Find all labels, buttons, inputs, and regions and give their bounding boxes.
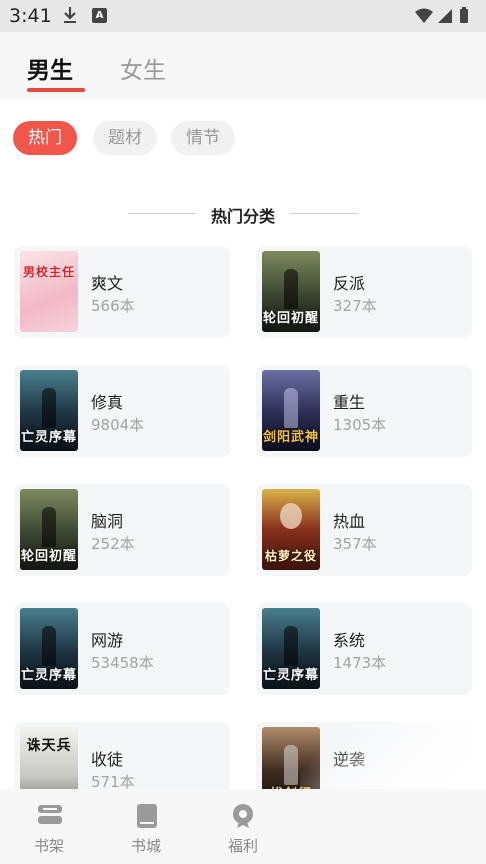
nav-label-shelf: 书架	[33, 837, 64, 855]
category-name: 重生	[333, 393, 366, 412]
gender-tabs: 男生 女生	[0, 32, 486, 100]
bookshelf-icon	[37, 803, 63, 831]
category-count: 1305本	[333, 416, 387, 434]
active-tab-indicator	[27, 88, 85, 92]
book-cover: 枯萝之役	[262, 489, 320, 570]
category-count: 53458本	[91, 654, 154, 672]
nav-item-store[interactable]: 书城	[101, 789, 191, 864]
cover-title: 男校主任	[22, 265, 75, 279]
category-name: 系统	[333, 631, 366, 650]
nav-label-welfare: 福利	[227, 837, 258, 855]
category-count: 1473本	[333, 654, 387, 672]
book-cover: 轮回初醒	[20, 489, 78, 570]
nav-item-shelf[interactable]: 书架	[4, 789, 94, 864]
cover-title: 枯萝之役	[264, 549, 317, 563]
category-name: 反派	[333, 274, 366, 293]
battery-icon	[460, 9, 468, 23]
cover-figure	[284, 269, 298, 309]
download-icon	[62, 6, 78, 28]
cover-figure	[42, 388, 56, 428]
nav-label-store: 书城	[130, 837, 161, 855]
bottom-nav: 书架 书城 福利	[0, 789, 486, 864]
category-card[interactable]: 轮回初醒 脑洞 252本	[14, 484, 230, 576]
status-time: 3:41	[9, 5, 52, 27]
filter-hot[interactable]: 热门	[13, 121, 77, 155]
wifi-icon	[415, 8, 433, 23]
category-count: 9804本	[91, 416, 145, 434]
category-card[interactable]: 亡灵序幕 系统 1473本	[256, 603, 472, 695]
category-card[interactable]: 轮回初醒 反派 327本	[256, 246, 472, 338]
cover-figure	[42, 507, 56, 547]
filter-theme[interactable]: 题材	[93, 121, 157, 155]
filter-pills: 热门 题材 情节	[0, 100, 486, 180]
signal-icon	[438, 9, 452, 23]
book-icon	[136, 803, 158, 833]
status-indicators	[414, 7, 474, 29]
cover-title: 亡灵序幕	[20, 668, 77, 683]
divider-right	[290, 213, 358, 214]
book-cover: 男校主任	[20, 251, 78, 332]
cover-title: 轮回初醒	[20, 549, 77, 564]
category-card[interactable]: 亡灵序幕 网游 53458本	[14, 603, 230, 695]
cover-figure	[42, 626, 56, 666]
cover-figure	[280, 503, 302, 529]
category-name: 爽文	[91, 274, 124, 293]
category-card[interactable]: 枯萝之役 热血 357本	[256, 484, 472, 576]
book-cover: 剑阳武神	[262, 370, 320, 451]
book-cover: 亡灵序幕	[20, 370, 78, 451]
cover-figure	[284, 388, 298, 428]
tab-male[interactable]: 男生	[27, 51, 73, 85]
category-name: 修真	[91, 393, 124, 412]
notification-a-icon: A	[92, 8, 107, 23]
section-header: 热门分类	[0, 200, 486, 228]
category-name: 收徒	[91, 750, 124, 769]
category-name: 热血	[333, 512, 366, 531]
tab-female[interactable]: 女生	[120, 51, 166, 85]
category-count: 566本	[91, 297, 135, 315]
cover-title: 亡灵序幕	[20, 430, 77, 445]
book-cover: 亡灵序幕	[262, 608, 320, 689]
cover-figure	[284, 745, 298, 785]
filter-plot[interactable]: 情节	[171, 121, 235, 155]
cover-figure	[284, 626, 298, 666]
section-title: 热门分类	[210, 207, 275, 226]
category-card[interactable]: 亡灵序幕 修真 9804本	[14, 365, 230, 457]
cover-title: 剑阳武神	[262, 430, 319, 445]
nav-item-welfare[interactable]: 福利	[198, 789, 288, 864]
book-cover: 轮回初醒	[262, 251, 320, 332]
category-count: 357本	[333, 535, 377, 553]
status-bar: 3:41 A	[0, 0, 486, 32]
category-card[interactable]: 男校主任 爽文 566本	[14, 246, 230, 338]
category-card[interactable]: 剑阳武神 重生 1305本	[256, 365, 472, 457]
cover-title: 亡灵序幕	[262, 668, 319, 683]
cover-title: 轮回初醒	[262, 311, 319, 326]
book-cover: 亡灵序幕	[20, 608, 78, 689]
category-count: 327本	[333, 297, 377, 315]
category-name: 脑洞	[91, 512, 124, 531]
category-count: 252本	[91, 535, 135, 553]
gift-badge-icon	[231, 803, 255, 833]
cover-title: 诛天兵	[26, 738, 72, 754]
category-name: 网游	[91, 631, 124, 650]
